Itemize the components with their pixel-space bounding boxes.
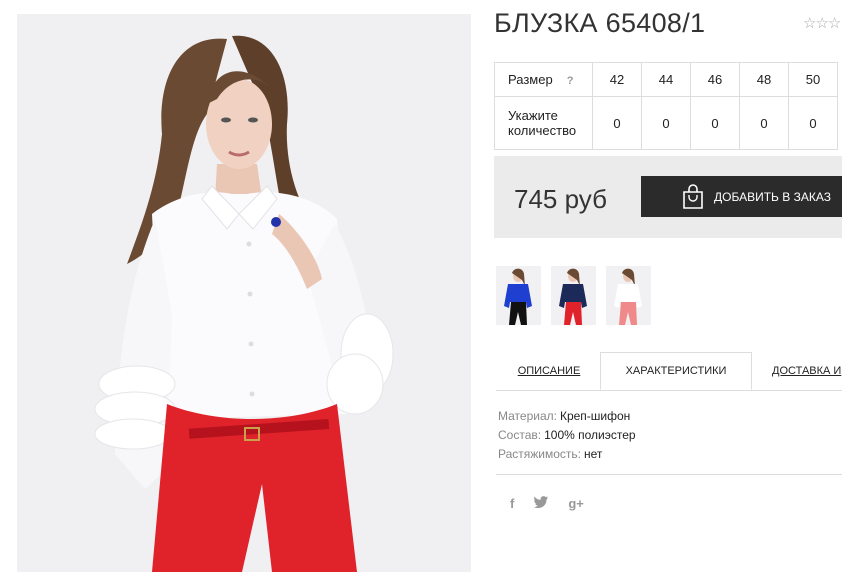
thumbnail-white-blouse[interactable] [606, 266, 651, 325]
quantity-label-line2: количество [508, 123, 577, 138]
size-label: Размер [508, 72, 553, 87]
product-tabs: ОПИСАНИЕ ХАРАКТЕРИСТИКИ ДОСТАВКА И [496, 352, 842, 391]
size-cell: 44 [641, 62, 691, 97]
quantity-input[interactable]: 0 [592, 96, 642, 150]
spec-row: Состав: 100% полиэстер [498, 426, 636, 445]
divider [496, 474, 842, 475]
thumbnail-blue-blouse[interactable] [496, 266, 541, 325]
add-to-order-button[interactable]: ДОБАВИТЬ В ЗАКАЗ [641, 176, 842, 217]
color-thumbnails [496, 266, 651, 325]
quantity-input[interactable]: 0 [690, 96, 740, 150]
shopping-bag-icon [681, 183, 705, 210]
price-panel: 745 руб ДОБАВИТЬ В ЗАКАЗ [494, 156, 842, 238]
size-cell: 50 [788, 62, 838, 97]
quantity-input[interactable]: 0 [788, 96, 838, 150]
price: 745 руб [514, 184, 607, 214]
spec-value: 100% полиэстер [544, 428, 636, 442]
spec-key: Состав: [498, 428, 542, 442]
size-label-cell: Размер? [494, 62, 593, 97]
google-plus-icon[interactable]: g+ [568, 496, 584, 511]
spec-row: Материал: Креп-шифон [498, 407, 636, 426]
size-cell: 48 [739, 62, 789, 97]
thumbnail-navy-blouse[interactable] [551, 266, 596, 325]
quantity-label-line1: Укажите [508, 108, 558, 123]
quantity-input[interactable]: 0 [739, 96, 789, 150]
spec-value: нет [584, 447, 603, 461]
tab-characteristics[interactable]: ХАРАКТЕРИСТИКИ [600, 352, 752, 390]
twitter-icon[interactable] [534, 496, 549, 511]
tab-delivery[interactable]: ДОСТАВКА И [758, 352, 842, 390]
size-help-icon[interactable]: ? [567, 75, 574, 87]
size-cell: 42 [592, 62, 642, 97]
tab-description[interactable]: ОПИСАНИЕ [506, 352, 592, 390]
spec-key: Материал: [498, 409, 557, 423]
add-to-order-label: ДОБАВИТЬ В ЗАКАЗ [714, 189, 831, 204]
spec-value: Креп-шифон [559, 409, 631, 423]
social-share: f g+ [510, 496, 584, 511]
rating-stars-icon[interactable]: ☆☆☆ [803, 14, 841, 32]
size-cell: 46 [690, 62, 740, 97]
characteristics-list: Материал: Креп-шифон Состав: 100% полиэсте… [498, 407, 636, 464]
product-title: БЛУЗКА 65408/1 [494, 8, 706, 38]
size-quantity-table: Размер? 42 44 46 48 50 Укажите количеств… [494, 62, 838, 150]
product-main-image[interactable] [17, 14, 471, 572]
spec-key: Растяжимость: [498, 447, 582, 461]
quantity-label-cell: Укажите количество [494, 96, 593, 150]
quantity-input[interactable]: 0 [641, 96, 691, 150]
spec-row: Растяжимость: нет [498, 445, 636, 464]
facebook-icon[interactable]: f [510, 496, 514, 511]
